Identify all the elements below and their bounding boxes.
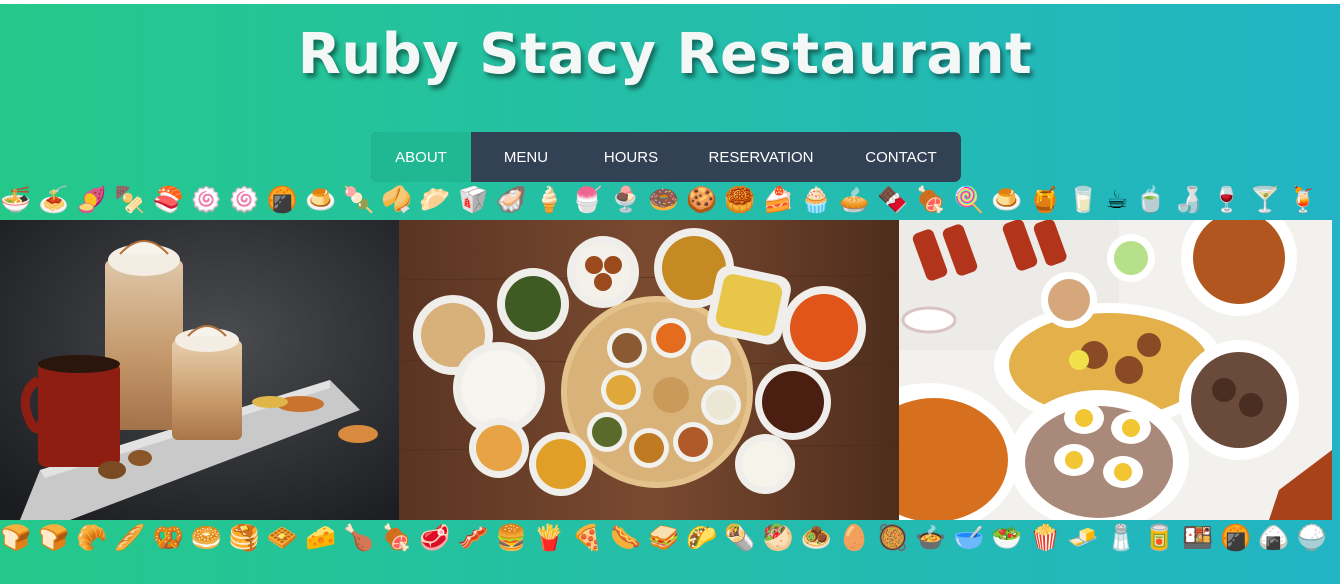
- biryani-feast-photo: [899, 220, 1332, 520]
- main-nav: ABOUT MENU HOURS RESERVATION CONTACT: [371, 132, 961, 182]
- nav-item-menu[interactable]: MENU: [471, 132, 581, 182]
- nav-item-contact[interactable]: CONTACT: [841, 132, 961, 182]
- food-emoji-row: 🍞🍞🥐🥖🥨🥯🥞🧇🧀🍗🍖🥩🥓🍔🍟🍕🌭🥪🌮🌯🥙🧆🥚🥘🍲🥣🥗🍿🧈🧂🥫🍱🍘🍙🍚: [0, 523, 1335, 552]
- indian-thali-photo: [399, 220, 899, 520]
- food-emoji-strip-top: 🍜🍝🍠🍢🍣🍥🍥🍘🍮🍡🥠🥟🥡🦪🍦🍧🍨🍩🍪🥮🍰🧁🥧🍫🍖🍭🍮🍯🥛☕🍵🍶🍷🍸🍹: [0, 184, 1340, 216]
- food-emoji-row: 🍜🍝🍠🍢🍣🍥🍥🍘🍮🍡🥠🥟🥡🦪🍦🍧🍨🍩🍪🥮🍰🧁🥧🍫🍖🍭🍮🍯🥛☕🍵🍶🍷🍸🍹: [0, 185, 1326, 214]
- page-background: Ruby Stacy Restaurant ABOUT MENU HOURS R…: [0, 4, 1340, 584]
- coffee-drinks-photo: [0, 220, 399, 520]
- nav-item-reservation[interactable]: RESERVATION: [681, 132, 841, 182]
- nav-item-hours[interactable]: HOURS: [581, 132, 681, 182]
- food-photo-gallery: [0, 220, 1332, 520]
- page-title: Ruby Stacy Restaurant: [297, 22, 1033, 87]
- nav-item-about[interactable]: ABOUT: [371, 132, 471, 182]
- food-emoji-strip-bottom: 🍞🍞🥐🥖🥨🥯🥞🧇🧀🍗🍖🥩🥓🍔🍟🍕🌭🥪🌮🌯🥙🧆🥚🥘🍲🥣🥗🍿🧈🧂🥫🍱🍘🍙🍚: [0, 522, 1340, 554]
